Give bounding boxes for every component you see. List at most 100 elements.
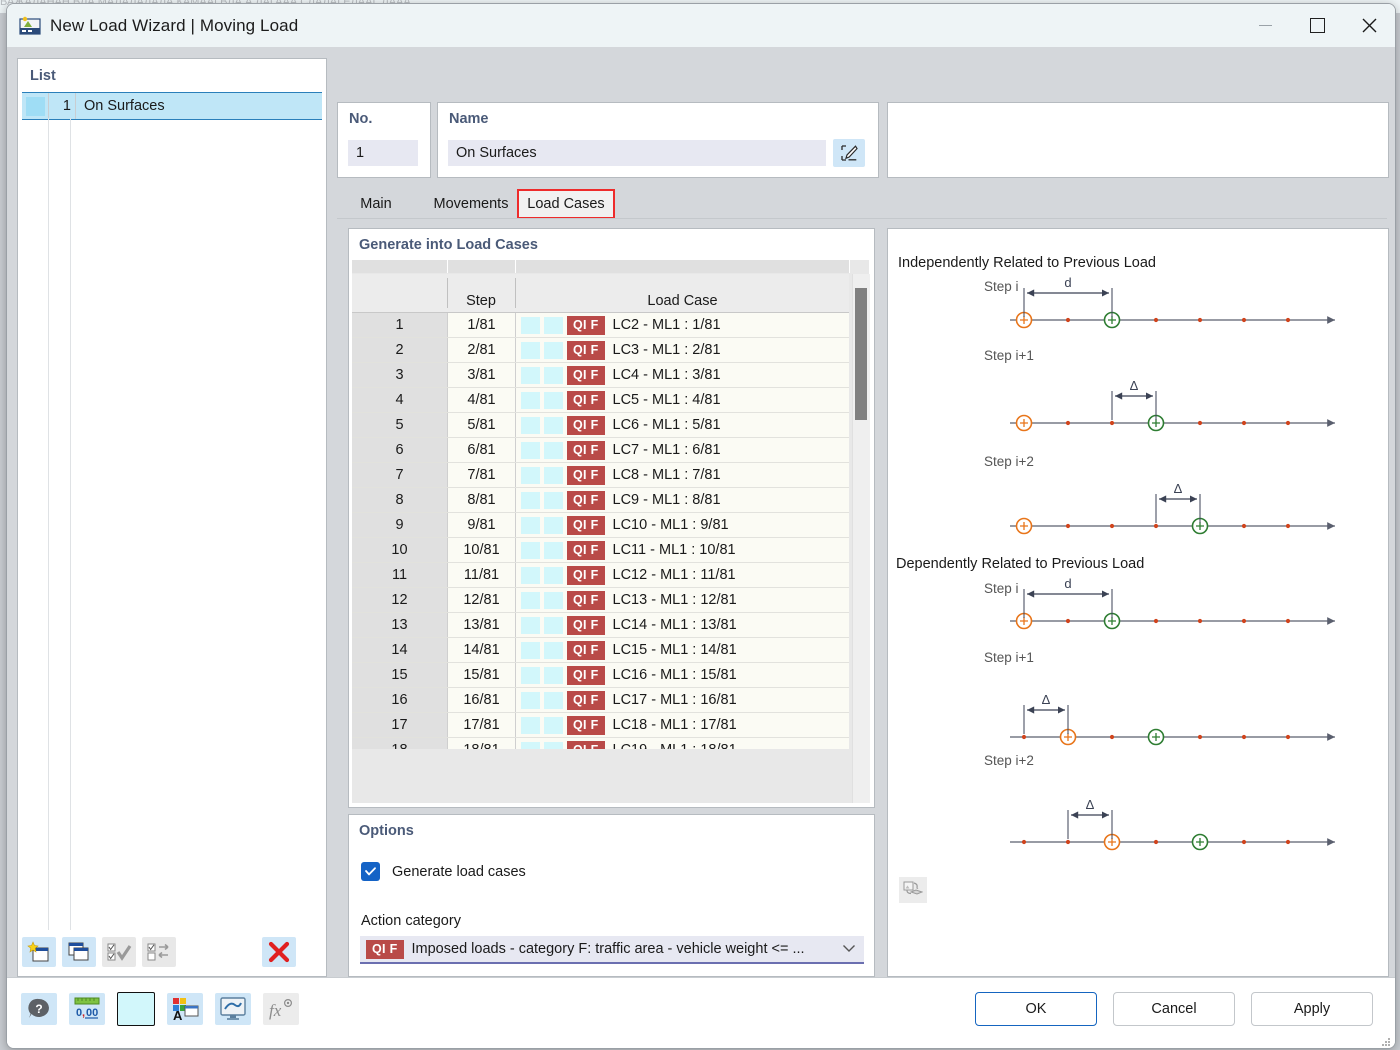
table-row[interactable]: 11 11/81 QI F LC12 - ML1 : 11/81 <box>352 563 849 588</box>
image-export-icon[interactable] <box>899 877 927 903</box>
grid-resize-handle-2[interactable] <box>448 260 516 273</box>
row-load-case-cell[interactable]: QI F LC17 - ML1 : 16/81 <box>516 688 849 712</box>
row-step[interactable]: 13/81 <box>448 613 516 637</box>
row-load-case-cell[interactable]: QI F LC19 - ML1 : 18/81 <box>516 738 849 749</box>
row-category-badge: QI F <box>567 615 605 635</box>
maximize-icon[interactable] <box>1291 4 1343 47</box>
units-0-00-icon[interactable]: 0 , 00 <box>69 993 105 1025</box>
table-row[interactable]: 16 16/81 QI F LC17 - ML1 : 16/81 <box>352 688 849 713</box>
action-category-select[interactable]: QI F Imposed loads - category F: traffic… <box>360 936 864 964</box>
row-load-case-cell[interactable]: QI F LC3 - ML1 : 2/81 <box>516 338 849 362</box>
resize-grip[interactable] <box>1381 1034 1391 1046</box>
row-step[interactable]: 9/81 <box>448 513 516 537</box>
table-row[interactable]: 8 8/81 QI F LC9 - ML1 : 8/81 <box>352 488 849 513</box>
table-row[interactable]: 1 1/81 QI F LC2 - ML1 : 1/81 <box>352 313 849 338</box>
row-step[interactable]: 17/81 <box>448 713 516 737</box>
tab-movements[interactable]: Movements <box>415 189 527 219</box>
table-row[interactable]: 13 13/81 QI F LC14 - ML1 : 13/81 <box>352 613 849 638</box>
generate-load-cases-row[interactable]: Generate load cases <box>361 862 526 881</box>
table-row[interactable]: 7 7/81 QI F LC8 - ML1 : 7/81 <box>352 463 849 488</box>
row-step[interactable]: 18/81 <box>448 738 516 749</box>
edit-pencil-icon[interactable] <box>833 139 865 167</box>
ok-button[interactable]: OK <box>975 992 1097 1026</box>
display-properties-icon[interactable]: A <box>167 993 203 1025</box>
svg-text:Δ: Δ <box>1130 378 1139 393</box>
color-swatch-icon[interactable] <box>117 992 155 1026</box>
row-load-case-cell[interactable]: QI F LC11 - ML1 : 10/81 <box>516 538 849 562</box>
invert-selection-button[interactable] <box>142 937 176 967</box>
table-row[interactable]: 10 10/81 QI F LC11 - ML1 : 10/81 <box>352 538 849 563</box>
row-load-case-cell[interactable]: QI F LC12 - ML1 : 11/81 <box>516 563 849 587</box>
grid-vertical-scrollbar[interactable] <box>852 274 870 803</box>
list-grid-line-2 <box>70 118 71 930</box>
generate-load-cases-checkbox[interactable] <box>361 862 380 881</box>
select-all-button[interactable] <box>102 937 136 967</box>
row-load-case-cell[interactable]: QI F LC6 - ML1 : 5/81 <box>516 413 849 437</box>
row-step[interactable]: 12/81 <box>448 588 516 612</box>
row-step[interactable]: 16/81 <box>448 688 516 712</box>
table-row[interactable]: 3 3/81 QI F LC4 - ML1 : 3/81 <box>352 363 849 388</box>
table-row[interactable]: 1818/81 QI F LC19 - ML1 : 18/81 <box>352 738 849 749</box>
row-step[interactable]: 15/81 <box>448 663 516 687</box>
list-item[interactable]: 1 On Surfaces <box>22 92 322 120</box>
copy-item-button[interactable] <box>62 937 96 967</box>
row-color-swatch-2 <box>544 466 563 484</box>
table-row[interactable]: 4 4/81 QI F LC5 - ML1 : 4/81 <box>352 388 849 413</box>
tab-load-cases[interactable]: Load Cases <box>517 189 615 219</box>
grid-body[interactable]: 1 1/81 QI F LC2 - ML1 : 1/81 2 2/81 QI F LC3 - … <box>352 313 849 749</box>
table-row[interactable]: 9 9/81 QI F LC10 - ML1 : 9/81 <box>352 513 849 538</box>
row-step[interactable]: 5/81 <box>448 413 516 437</box>
row-step[interactable]: 1/81 <box>448 313 516 337</box>
grid-header-step[interactable]: Step <box>447 293 515 309</box>
row-step[interactable]: 4/81 <box>448 388 516 412</box>
row-load-case-cell[interactable]: QI F LC13 - ML1 : 12/81 <box>516 588 849 612</box>
no-input[interactable] <box>348 140 418 166</box>
table-row[interactable]: 6 6/81 QI F LC7 - ML1 : 6/81 <box>352 438 849 463</box>
fx-formula-icon[interactable]: fx <box>263 993 299 1025</box>
new-item-button[interactable] <box>22 937 56 967</box>
grid-resize-handle-3[interactable] <box>516 260 850 273</box>
row-step[interactable]: 6/81 <box>448 438 516 462</box>
minimize-icon[interactable] <box>1239 4 1291 47</box>
row-load-case-cell[interactable]: QI F LC4 - ML1 : 3/81 <box>516 363 849 387</box>
table-row[interactable]: 2 2/81 QI F LC3 - ML1 : 2/81 <box>352 338 849 363</box>
table-row[interactable]: 5 5/81 QI F LC6 - ML1 : 5/81 <box>352 413 849 438</box>
visual-settings-icon[interactable] <box>215 993 251 1025</box>
row-load-case-cell[interactable]: QI F LC14 - ML1 : 13/81 <box>516 613 849 637</box>
row-load-case-cell[interactable]: QI F LC9 - ML1 : 8/81 <box>516 488 849 512</box>
row-step[interactable]: 14/81 <box>448 638 516 662</box>
delete-item-button[interactable] <box>262 937 296 967</box>
table-row[interactable]: 14 14/81 QI F LC15 - ML1 : 14/81 <box>352 638 849 663</box>
help-balloon-icon[interactable]: ? <box>21 993 57 1025</box>
table-row[interactable]: 15 15/81 QI F LC16 - ML1 : 15/81 <box>352 663 849 688</box>
name-input[interactable] <box>448 140 826 166</box>
grid-resize-handle-1[interactable] <box>352 260 448 273</box>
chevron-down-icon[interactable] <box>842 940 856 958</box>
no-field-label: No. <box>349 111 373 127</box>
grid-scrollbar-thumb[interactable] <box>855 288 867 420</box>
row-load-case-cell[interactable]: QI F LC16 - ML1 : 15/81 <box>516 663 849 687</box>
table-row[interactable]: 12 12/81 QI F LC13 - ML1 : 12/81 <box>352 588 849 613</box>
row-load-case-cell[interactable]: QI F LC10 - ML1 : 9/81 <box>516 513 849 537</box>
row-color-swatch-1 <box>521 641 540 659</box>
row-load-case-cell[interactable]: QI F LC15 - ML1 : 14/81 <box>516 638 849 662</box>
row-step[interactable]: 8/81 <box>448 488 516 512</box>
svg-text:,: , <box>82 1007 85 1019</box>
grid-header-load-case[interactable]: Load Case <box>516 293 849 309</box>
row-step[interactable]: 3/81 <box>448 363 516 387</box>
cancel-button[interactable]: Cancel <box>1113 992 1235 1026</box>
close-icon[interactable] <box>1343 4 1395 47</box>
row-step[interactable]: 11/81 <box>448 563 516 587</box>
row-load-case-cell[interactable]: QI F LC8 - ML1 : 7/81 <box>516 463 849 487</box>
row-step[interactable]: 2/81 <box>448 338 516 362</box>
row-step[interactable]: 10/81 <box>448 538 516 562</box>
row-load-case-cell[interactable]: QI F LC18 - ML1 : 17/81 <box>516 713 849 737</box>
row-load-case-cell[interactable]: QI F LC7 - ML1 : 6/81 <box>516 438 849 462</box>
row-category-badge: QI F <box>567 415 605 435</box>
row-load-case-cell[interactable]: QI F LC5 - ML1 : 4/81 <box>516 388 849 412</box>
row-step[interactable]: 7/81 <box>448 463 516 487</box>
tab-main[interactable]: Main <box>337 189 415 219</box>
apply-button[interactable]: Apply <box>1251 992 1373 1026</box>
table-row[interactable]: 17 17/81 QI F LC18 - ML1 : 17/81 <box>352 713 849 738</box>
row-load-case-cell[interactable]: QI F LC2 - ML1 : 1/81 <box>516 313 849 337</box>
